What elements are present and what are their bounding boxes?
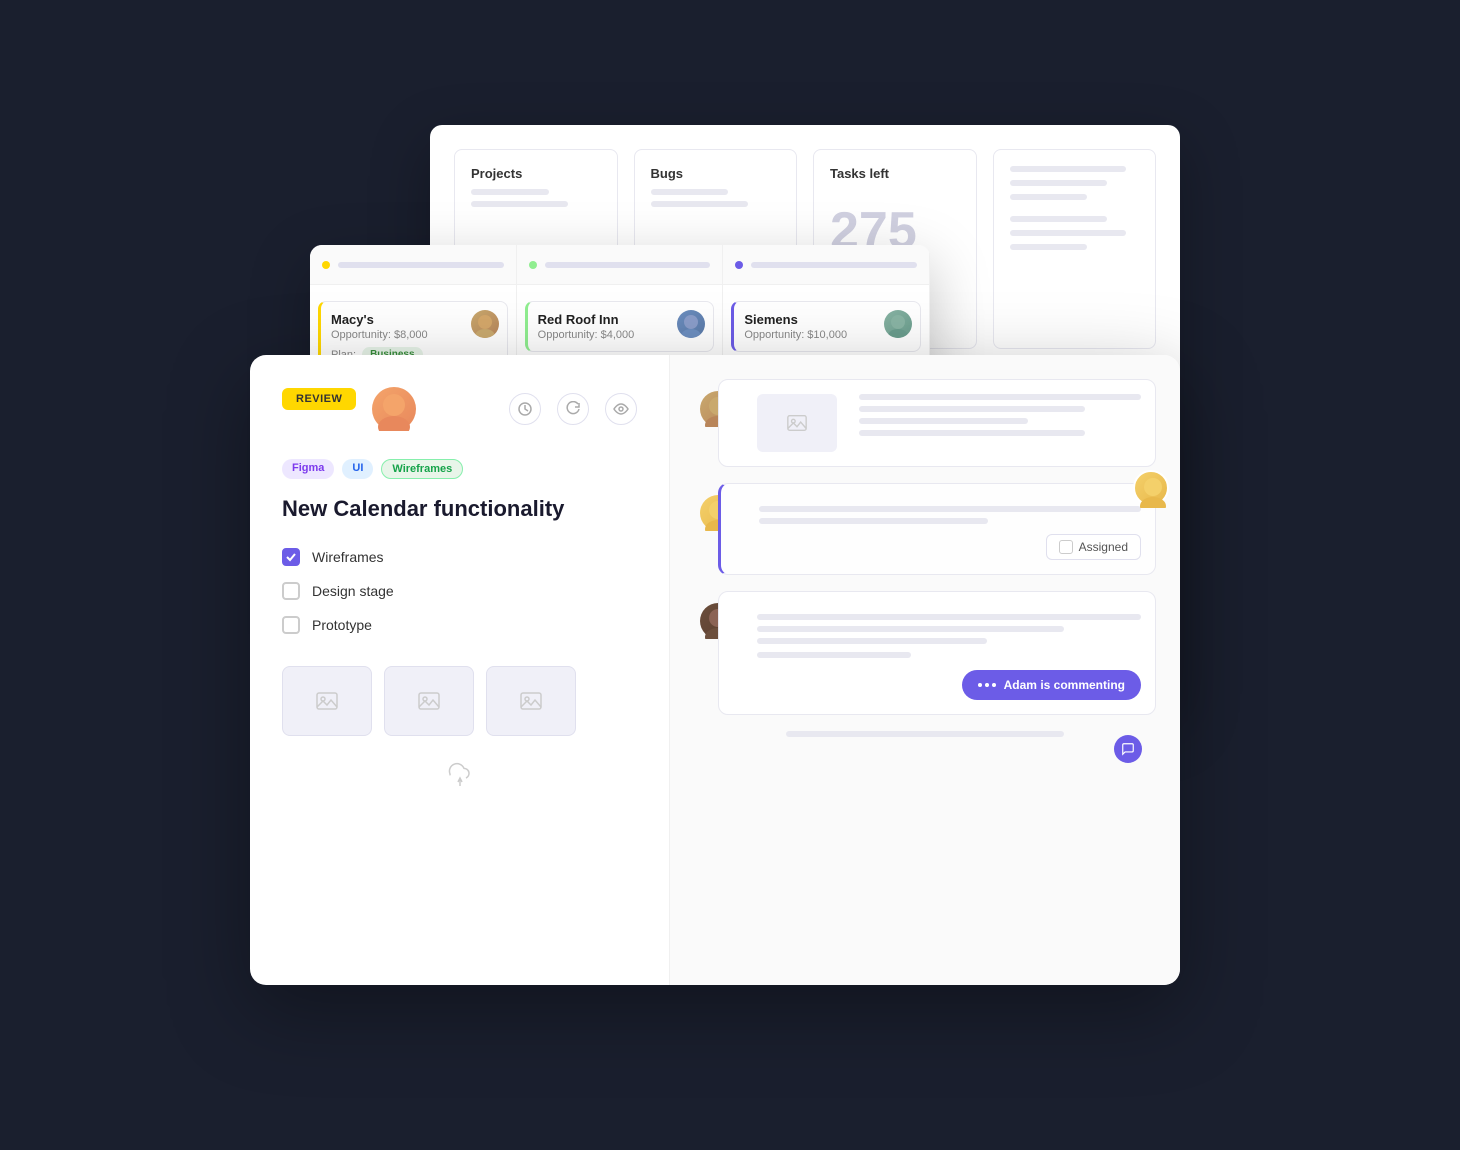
checklist-item-3: Prototype (282, 616, 637, 634)
clock-button[interactable] (509, 393, 541, 425)
tasks-title: Tasks left (830, 166, 960, 181)
user-avatar (372, 387, 416, 431)
col-header-line-2 (545, 262, 711, 268)
tag-ui[interactable]: UI (342, 459, 373, 479)
assigned-checkbox[interactable] (1059, 540, 1073, 554)
refresh-button[interactable] (557, 393, 589, 425)
chat-bubble-icon[interactable] (1114, 735, 1142, 763)
col-dot-1 (322, 261, 330, 269)
col-dot-2 (529, 261, 537, 269)
assigned-badge[interactable]: Assigned (1046, 534, 1141, 560)
comment-2: Assigned (718, 483, 1156, 575)
commenting-bubble: Adam is commenting (962, 670, 1141, 700)
highlight-avatar (1133, 470, 1169, 506)
col-header-line-1 (338, 262, 504, 268)
checkbox-wireframes[interactable] (282, 548, 300, 566)
commenting-text: Adam is commenting (1004, 678, 1125, 692)
checklist-item-1: Wireframes (282, 548, 637, 566)
dots-icon (978, 683, 996, 687)
comment-image-placeholder (757, 394, 837, 452)
task-detail-panel: REVIEW (250, 355, 1180, 985)
col-dot-3 (735, 261, 743, 269)
thumb-3 (486, 666, 576, 736)
checklist: Wireframes Design stage Prototype (282, 548, 637, 634)
checkbox-prototype[interactable] (282, 616, 300, 634)
crm-card-redroof: Red Roof Inn Opportunity: $4,000 (525, 301, 715, 352)
macys-avatar (471, 310, 499, 338)
tags-row: Figma UI Wireframes (282, 459, 637, 479)
extra-card (993, 149, 1157, 349)
upload-icon[interactable] (282, 760, 637, 788)
projects-title: Projects (471, 166, 601, 181)
task-title: New Calendar functionality (282, 495, 637, 524)
siemens-avatar (884, 310, 912, 338)
tag-figma[interactable]: Figma (282, 459, 334, 479)
checklist-label-design: Design stage (312, 583, 394, 599)
chat-area (694, 737, 1156, 777)
eye-button[interactable] (605, 393, 637, 425)
checklist-label-prototype: Prototype (312, 617, 372, 633)
checkbox-design[interactable] (282, 582, 300, 600)
tag-wireframes[interactable]: Wireframes (381, 459, 463, 479)
checklist-label-wireframes: Wireframes (312, 549, 384, 565)
comment-card-2: Assigned (718, 483, 1156, 575)
review-badge: REVIEW (282, 388, 356, 410)
thumb-2 (384, 666, 474, 736)
crm-card-siemens: Siemens Opportunity: $10,000 (731, 301, 921, 352)
task-header: REVIEW (282, 387, 637, 431)
checklist-item-2: Design stage (282, 582, 637, 600)
comment-1 (718, 379, 1156, 467)
header-icons (509, 393, 637, 425)
thumb-1 (282, 666, 372, 736)
comment-card-3: Adam is commenting (718, 591, 1156, 715)
comment-3: Adam is commenting (718, 591, 1156, 715)
col-header-line-3 (751, 262, 917, 268)
bugs-title: Bugs (651, 166, 781, 181)
task-detail-right: Assigned (670, 355, 1180, 985)
task-detail-left: REVIEW (250, 355, 670, 985)
assigned-label: Assigned (1079, 540, 1128, 554)
comment-card-1 (718, 379, 1156, 467)
image-thumbnails (282, 666, 637, 736)
